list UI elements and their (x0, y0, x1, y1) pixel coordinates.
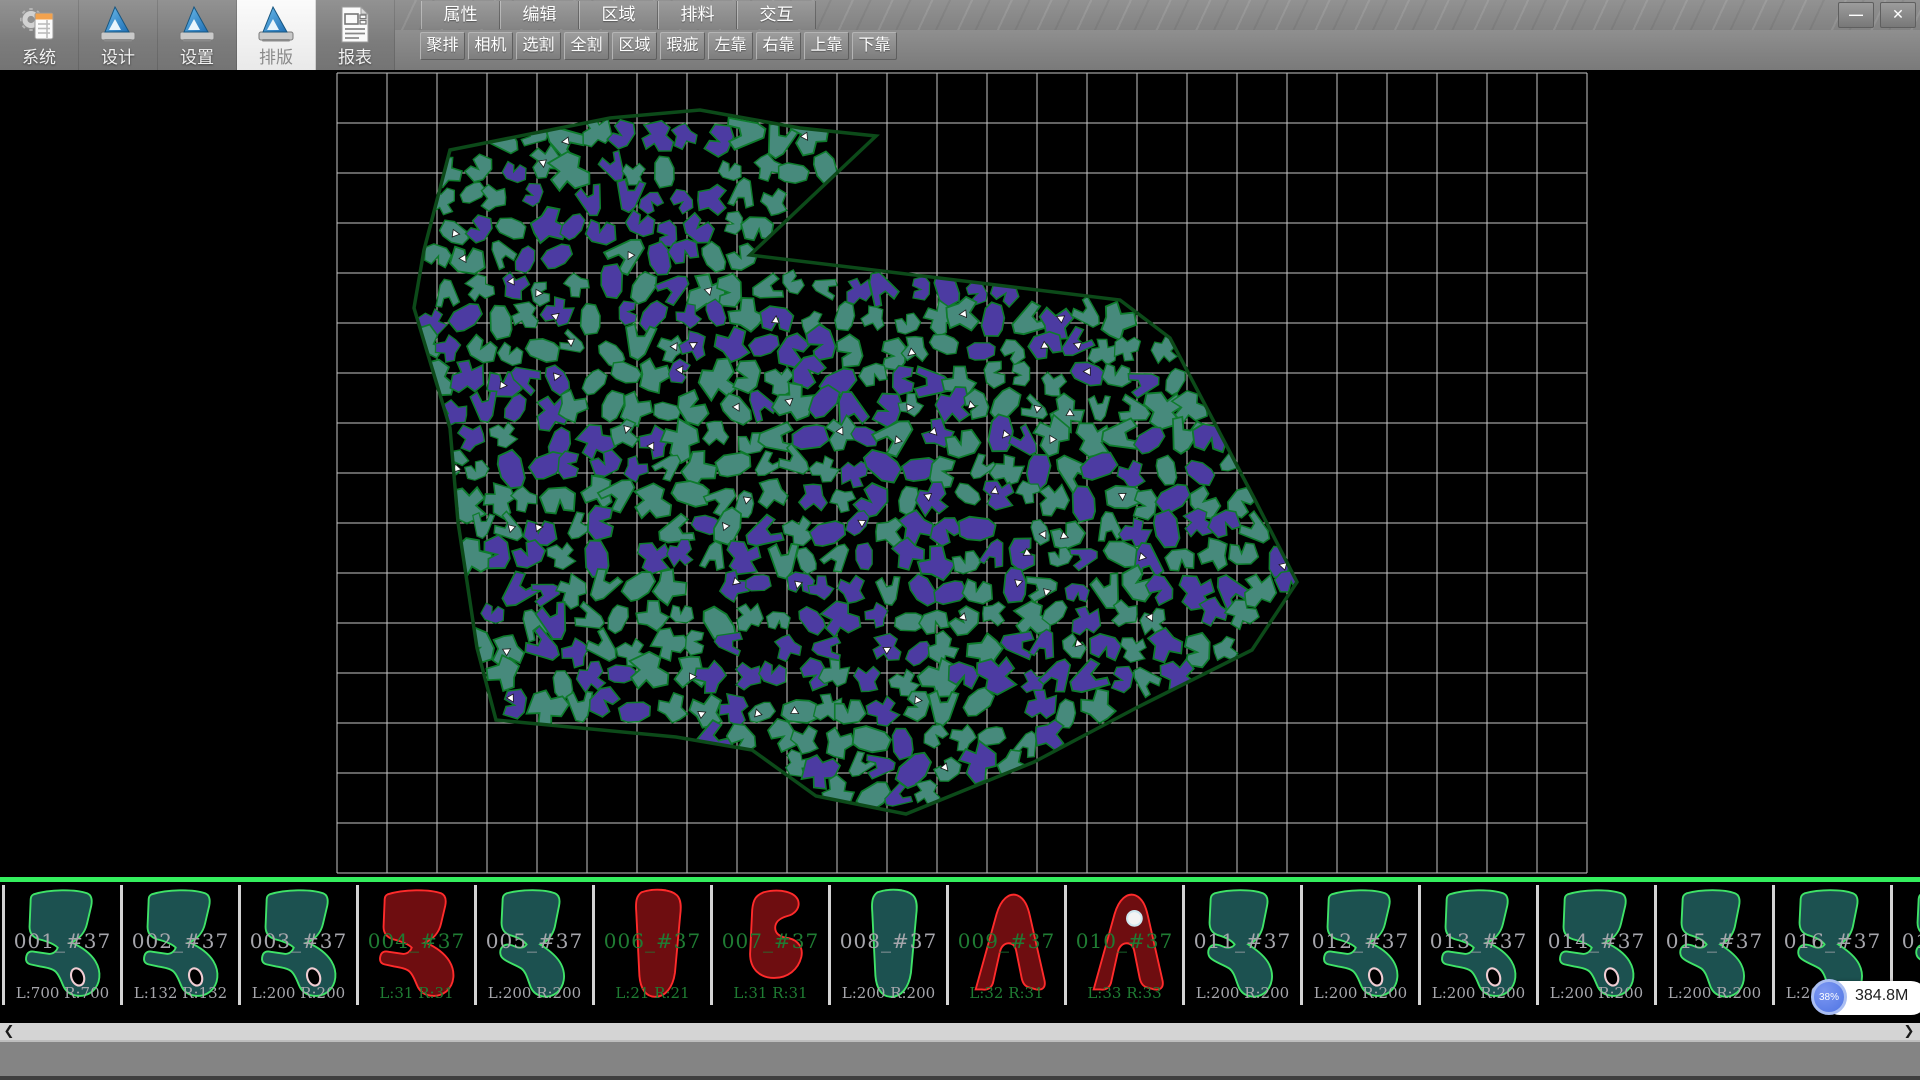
ribbon-button-snap-left[interactable]: 左靠 (708, 32, 753, 60)
minimize-button[interactable]: — (1838, 2, 1874, 28)
part-lr-count: L:200 R:200 (1185, 984, 1300, 1002)
part-lr-count: L:200 R:200 (831, 984, 946, 1002)
part-thumbnail[interactable]: 001_#37 L:700 R:700 (2, 885, 123, 1005)
part-name: 001_#37 (5, 929, 120, 953)
app-button-settings[interactable]: 设置 (158, 0, 237, 70)
part-thumbnail[interactable]: 012_#37 L:200 R:200 (1303, 885, 1421, 1005)
progress-circle: 38% (1811, 979, 1847, 1015)
part-name: 011_#37 (1185, 929, 1300, 953)
ribbon-button-select-cut[interactable]: 选割 (516, 32, 561, 60)
menu-tab-bar: 属性 编辑 区域 排料 交互 (421, 1, 816, 29)
ribbon-button-camera[interactable]: 相机 (468, 32, 513, 60)
part-lr-count: L:21 R:21 (595, 984, 710, 1002)
ribbon-button-snap-bottom[interactable]: 下靠 (852, 32, 897, 60)
app-button-system[interactable]: 系统 (0, 0, 79, 70)
part-lr-count: L:132 R:132 (123, 984, 238, 1002)
part-thumbnail[interactable]: 006_#37 L:21 R:21 (595, 885, 713, 1005)
app-button-label: 设置 (180, 48, 214, 68)
report-document-icon (334, 2, 376, 48)
part-lr-count: L:200 R:200 (1303, 984, 1418, 1002)
part-name: 015_#37 (1657, 929, 1772, 953)
menu-tab-region[interactable]: 区域 (579, 1, 658, 29)
part-name: 008_#37 (831, 929, 946, 953)
app-button-nesting[interactable]: 排版 (237, 0, 316, 70)
part-lr-count: L:31 R:31 (713, 984, 828, 1002)
menu-tab-edit[interactable]: 编辑 (500, 1, 579, 29)
part-lr-count: L:200 R:200 (1539, 984, 1654, 1002)
canvas-area (0, 70, 1920, 882)
part-name: 007_#37 (713, 929, 828, 953)
parts-strip: 001_#37 L:700 R:700 002_#37 L:132 R:132 … (0, 877, 1920, 1008)
ribbon-button-defect[interactable]: 瑕疵 (660, 32, 705, 60)
ribbon-bar: 聚排 相机 选割 全割 区域 瑕疵 左靠 右靠 上靠 下靠 (420, 32, 897, 60)
part-lr-count: L:32 R:31 (949, 984, 1064, 1002)
menu-tab-properties[interactable]: 属性 (421, 1, 500, 29)
part-name: 009_#37 (949, 929, 1064, 953)
part-thumbnail[interactable]: 002_#37 L:132 R:132 (123, 885, 241, 1005)
main-canvas-svg[interactable] (0, 70, 1920, 882)
status-badge[interactable]: 38% 384.8M (1811, 978, 1920, 1018)
part-lr-count: L:33 R:33 (1067, 984, 1182, 1002)
menu-tab-nesting[interactable]: 排料 (658, 1, 737, 29)
app-button-label: 排版 (259, 48, 293, 68)
part-thumbnail[interactable]: 003_#37 L:200 R:200 (241, 885, 359, 1005)
part-thumbnail[interactable]: 004_#37 L:31 R:31 (359, 885, 477, 1005)
part-name: 005_#37 (477, 929, 592, 953)
app-button-label: 设计 (101, 48, 135, 68)
part-name: 004_#37 (359, 929, 474, 953)
set-square-icon (255, 2, 297, 48)
app-button-report[interactable]: 报表 (316, 0, 395, 70)
set-square-icon (176, 2, 218, 48)
strip-bottom-gap (0, 1008, 1920, 1023)
ribbon-button-cluster-nest[interactable]: 聚排 (420, 32, 465, 60)
app-button-label: 报表 (338, 48, 372, 68)
part-thumbnail[interactable]: 014_#37 L:200 R:200 (1539, 885, 1657, 1005)
close-button[interactable]: ✕ (1880, 2, 1916, 28)
part-lr-count: L:200 R:200 (241, 984, 356, 1002)
part-lr-count: L:700 R:700 (5, 984, 120, 1002)
part-lr-count: L:200 R:200 (1657, 984, 1772, 1002)
app-launcher-bar: 系统 设计 (0, 0, 395, 70)
part-thumbnail[interactable]: 015_#37 L:200 R:200 (1657, 885, 1775, 1005)
part-name: 010_#37 (1067, 929, 1182, 953)
part-lr-count: L:31 R:31 (359, 984, 474, 1002)
system-gear-icon (18, 2, 60, 48)
ribbon-button-snap-top[interactable]: 上靠 (804, 32, 849, 60)
part-thumbnail[interactable]: 010_#37 L:33 R:33 (1067, 885, 1185, 1005)
part-thumbnail[interactable]: 013_#37 L:200 R:200 (1421, 885, 1539, 1005)
part-name: 014_#37 (1539, 929, 1654, 953)
set-square-icon (97, 2, 139, 48)
window-controls: — ✕ (1838, 2, 1916, 28)
app-button-label: 系统 (22, 48, 56, 68)
app-button-design[interactable]: 设计 (79, 0, 158, 70)
scroll-left-arrow-icon[interactable]: ❮ (0, 1023, 18, 1040)
ribbon-button-region[interactable]: 区域 (612, 32, 657, 60)
part-name: 016_#37 (1775, 929, 1890, 953)
part-thumbnail[interactable]: 009_#37 L:32 R:31 (949, 885, 1067, 1005)
ribbon-button-snap-right[interactable]: 右靠 (756, 32, 801, 60)
ribbon-button-cut-all[interactable]: 全割 (564, 32, 609, 60)
memory-value: 384.8M (1855, 987, 1908, 1005)
scroll-right-arrow-icon[interactable]: ❯ (1900, 1023, 1918, 1040)
part-name: 012_#37 (1303, 929, 1418, 953)
part-thumbnail[interactable]: 011_#37 L:200 R:200 (1185, 885, 1303, 1005)
part-thumbnail[interactable]: 005_#37 L:200 R:200 (477, 885, 595, 1005)
part-name: 006_#37 (595, 929, 710, 953)
horizontal-scrollbar[interactable]: ❮ ❯ (0, 1023, 1920, 1040)
part-name: 002_#37 (123, 929, 238, 953)
part-name: 017_#37 (1893, 929, 1920, 953)
strip-divider (0, 877, 1920, 882)
part-name: 013_#37 (1421, 929, 1536, 953)
part-name: 003_#37 (241, 929, 356, 953)
status-bar (0, 1040, 1920, 1080)
part-lr-count: L:200 R:200 (1421, 984, 1536, 1002)
menu-tab-interact[interactable]: 交互 (737, 1, 816, 29)
parts-list: 001_#37 L:700 R:700 002_#37 L:132 R:132 … (2, 885, 1920, 1005)
topbar: 系统 设计 (0, 0, 1920, 70)
part-thumbnail[interactable]: 007_#37 L:31 R:31 (713, 885, 831, 1005)
part-lr-count: L:200 R:200 (477, 984, 592, 1002)
part-thumbnail[interactable]: 008_#37 L:200 R:200 (831, 885, 949, 1005)
